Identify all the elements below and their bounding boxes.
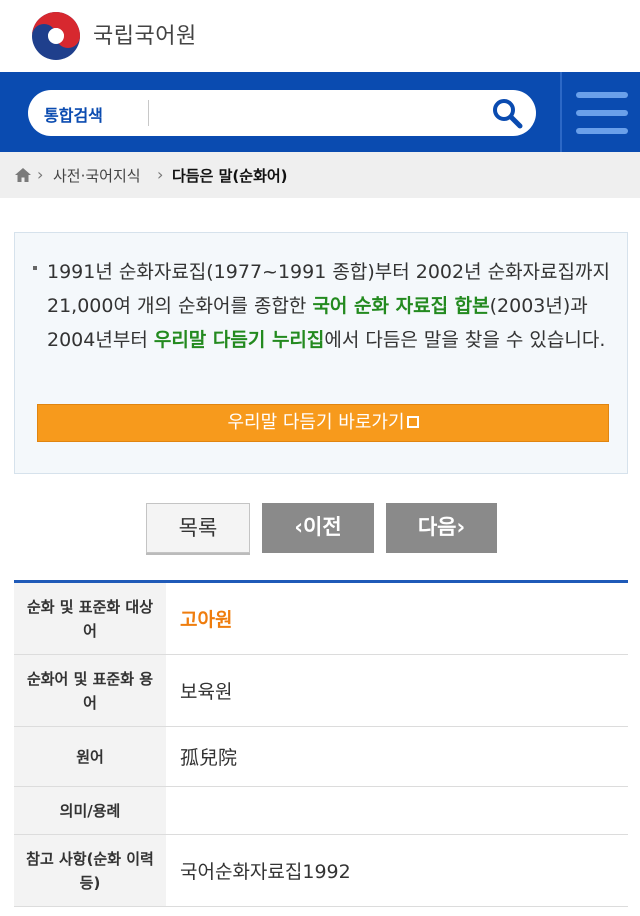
breadcrumb-item-current: 다듬은 말(순화어) bbox=[172, 167, 288, 185]
breadcrumb-item-dictionary[interactable]: 사전·국어지식 bbox=[53, 165, 141, 186]
row-value: 孤兒院 bbox=[180, 747, 238, 769]
search-bar: 통합검색 bbox=[0, 72, 640, 152]
row-header: 참고 사항(순화 이력 등) bbox=[14, 835, 166, 906]
search-input[interactable] bbox=[158, 98, 478, 128]
row-value: 국어순화자료집1992 bbox=[180, 861, 351, 883]
row-header: 순화어 및 표준화 용어 bbox=[14, 655, 166, 726]
table-row: 원어 孤兒院 bbox=[14, 727, 628, 787]
breadcrumb: › 사전·국어지식 › 다듬은 말(순화어) bbox=[0, 152, 640, 198]
table-row: 참고 사항(순화 이력 등) 국어순화자료집1992 bbox=[14, 835, 628, 907]
home-icon[interactable] bbox=[14, 167, 32, 183]
taegeuk-logo-icon[interactable] bbox=[30, 10, 82, 62]
search-scope-label[interactable]: 통합검색 bbox=[44, 102, 103, 126]
info-notice-text: 1991년 순화자료집(1977~1991 종합)부터 2002년 순화자료집까… bbox=[47, 255, 617, 357]
list-button[interactable]: 목록 bbox=[146, 503, 250, 553]
search-icon[interactable] bbox=[490, 97, 524, 129]
prev-button[interactable]: ‹이전 bbox=[262, 503, 374, 553]
hamburger-menu-icon[interactable] bbox=[576, 92, 628, 134]
detail-table: 순화 및 표준화 대상어 고아원 순화어 및 표준화 용어 보육원 원어 孤兒院… bbox=[14, 580, 628, 907]
row-value: 보육원 bbox=[180, 681, 233, 703]
table-row: 순화 및 표준화 대상어 고아원 bbox=[14, 583, 628, 655]
external-link-icon bbox=[406, 416, 419, 428]
org-name[interactable]: 국립국어원 bbox=[93, 18, 197, 50]
info-notice-box: 1991년 순화자료집(1977~1991 종합)부터 2002년 순화자료집까… bbox=[14, 232, 628, 474]
site-header: 국립국어원 bbox=[0, 0, 640, 72]
row-value: 고아원 bbox=[180, 609, 233, 631]
row-header: 원어 bbox=[14, 727, 166, 786]
menu-divider bbox=[560, 72, 562, 152]
search-box: 통합검색 bbox=[28, 90, 536, 136]
info-text-part: 에서 다듬은 말을 찾을 수 있습니다. bbox=[324, 329, 606, 351]
search-divider bbox=[148, 100, 149, 126]
chevron-right-icon: › bbox=[157, 165, 164, 184]
row-header: 순화 및 표준화 대상어 bbox=[14, 583, 166, 654]
table-row: 의미/용례 bbox=[14, 787, 628, 835]
chevron-right-icon: › bbox=[37, 165, 44, 184]
go-to-site-button[interactable]: 우리말 다듬기 바로가기 bbox=[37, 404, 609, 442]
highlight-collection-link[interactable]: 국어 순화 자료집 합본 bbox=[312, 295, 489, 317]
bullet-icon bbox=[33, 266, 37, 270]
next-button[interactable]: 다음› bbox=[386, 503, 497, 553]
row-header: 의미/용례 bbox=[14, 787, 166, 834]
highlight-site-link[interactable]: 우리말 다듬기 누리집 bbox=[154, 329, 325, 351]
table-row: 순화어 및 표준화 용어 보육원 bbox=[14, 655, 628, 727]
go-to-site-label: 우리말 다듬기 바로가기 bbox=[227, 412, 405, 433]
row-value bbox=[166, 787, 628, 834]
